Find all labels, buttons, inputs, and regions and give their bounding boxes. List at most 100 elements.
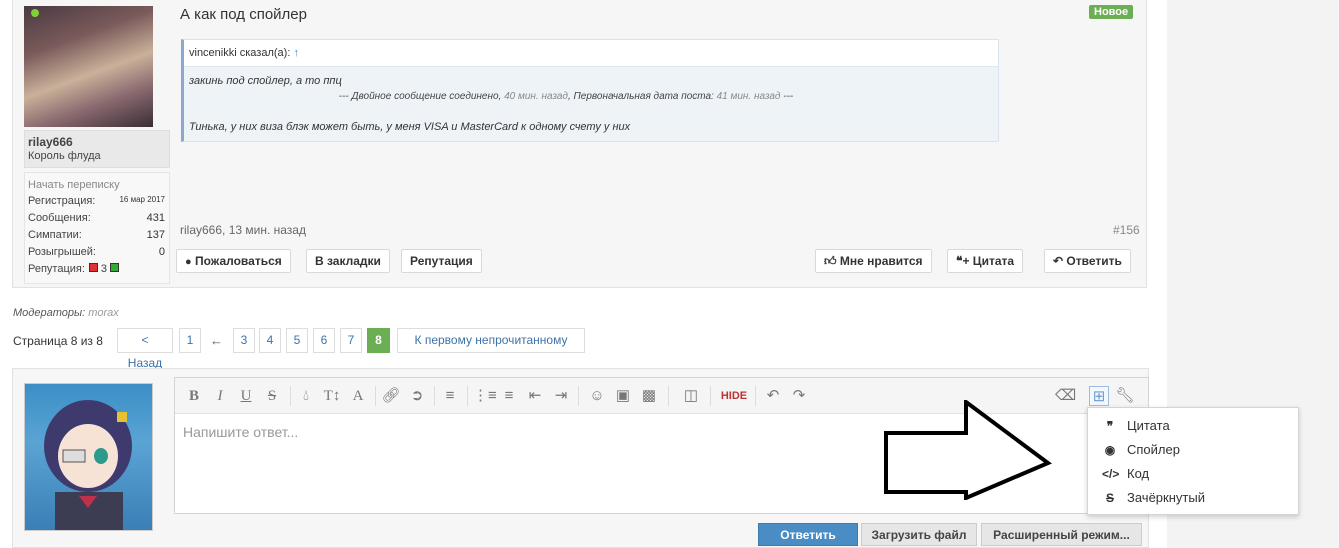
merge-prefix: --- Двойное сообщение соединено, (338, 91, 502, 102)
reply-button[interactable]: ↶ Ответить (1044, 249, 1131, 273)
dropdown-item-spoiler[interactable]: ◉ Спойлер (1102, 442, 1180, 457)
pager-prev[interactable]: < Назад (117, 328, 173, 370)
user-title: Король флуда (28, 150, 101, 162)
report-button[interactable]: ● Пожаловаться (176, 249, 291, 273)
stat-registration: Регистрация: 16 мар 2017 (28, 195, 165, 207)
pager-page-4[interactable]: 4 (259, 328, 281, 353)
italic-icon[interactable]: I (210, 386, 230, 406)
undo-icon[interactable]: ↶ (763, 386, 783, 406)
underline-icon[interactable]: U (236, 386, 256, 406)
merge-orig-time: 41 мин. назад (716, 91, 781, 102)
stat-value: 0 (158, 246, 165, 258)
bullet-list-icon[interactable]: ⋮≡ (473, 386, 497, 406)
link-icon[interactable]: 🔗︎ (381, 386, 401, 406)
dropdown-label: Спойлер (1127, 442, 1180, 457)
merge-time: 40 мин. назад (504, 91, 568, 102)
reply-input[interactable]: Напишите ответ... (183, 424, 298, 440)
dropdown-item-quote[interactable]: ❞ Цитата (1102, 418, 1170, 433)
thumbs-up-icon: 👍︎ (824, 254, 837, 268)
redo-icon[interactable]: ↷ (789, 386, 809, 406)
toolbar-divider (578, 386, 579, 406)
stat-label: Сообщения: (28, 212, 91, 224)
pager-page-6[interactable]: 6 (313, 328, 335, 353)
bookmark-button[interactable]: В закладки (306, 249, 390, 273)
stat-value: 16 мар 2017 (119, 195, 165, 204)
dropdown-label: Цитата (1127, 418, 1170, 433)
stat-likes: Симпатии: 137 (28, 229, 165, 241)
pager-page-3[interactable]: 3 (233, 328, 255, 353)
like-button[interactable]: 👍︎ Мне нравится (815, 249, 932, 273)
pager-ellipsis-icon[interactable]: ← (210, 333, 223, 348)
align-icon[interactable]: ≡ (440, 386, 460, 406)
user-name[interactable]: rilay666 (28, 135, 167, 149)
pager-page-5[interactable]: 5 (286, 328, 308, 353)
quote-button[interactable]: ❝+ Цитата (947, 249, 1024, 273)
pager-page-current[interactable]: 8 (367, 328, 390, 353)
smilies-icon[interactable]: ☺ (587, 386, 607, 406)
avatar-illustration (44, 400, 132, 530)
pager-label: Страница 8 из 8 (13, 334, 103, 348)
post-number[interactable]: #156 (1113, 223, 1140, 237)
text-color-icon[interactable]: 💧︎ (296, 386, 316, 406)
dropdown-item-code[interactable]: </> Код (1102, 466, 1149, 481)
quote-jump-icon[interactable]: ↑ (293, 47, 299, 59)
new-badge: Новое (1089, 5, 1134, 19)
outdent-icon[interactable]: ⇤ (525, 386, 545, 406)
strikethrough-icon[interactable]: S (262, 386, 282, 406)
post-meta[interactable]: rilay666, 13 мин. назад (180, 223, 306, 237)
stat-value: 137 (146, 229, 165, 241)
reputation-plus-icon[interactable] (110, 263, 120, 272)
pager-page-1[interactable]: 1 (179, 328, 201, 353)
pager-page-7[interactable]: 7 (340, 328, 362, 353)
quote-line: закинь под спойлер, а то ппц (189, 75, 342, 87)
stat-label: Регистрация: (28, 195, 96, 207)
start-conversation-link[interactable]: Начать переписку (28, 179, 165, 191)
like-label: Мне нравится (839, 254, 923, 268)
reputation-button[interactable]: Репутация (401, 249, 482, 273)
remove-format-icon[interactable]: ⌫ (1055, 386, 1076, 406)
numbered-list-icon[interactable]: ≡ (499, 386, 519, 406)
upload-file-button[interactable]: Загрузить файл (861, 523, 977, 546)
quote-line: Тинька, у них виза блэк может быть, у ме… (189, 121, 631, 133)
advanced-mode-button[interactable]: Расширенный режим... (981, 523, 1142, 546)
indent-icon[interactable]: ⇥ (551, 386, 571, 406)
font-size-icon[interactable]: T↕ (322, 386, 342, 406)
user-avatar[interactable] (24, 6, 153, 127)
moderators-line: Модераторы: morax (13, 307, 119, 319)
submit-reply-button[interactable]: Ответить (758, 523, 858, 546)
bold-icon[interactable]: B (184, 386, 204, 406)
save-draft-icon[interactable]: ◫ (681, 386, 701, 406)
toolbar-divider (434, 386, 435, 406)
reputation-minus-icon[interactable] (88, 263, 98, 272)
tools-icon[interactable]: 🔧︎ (1115, 386, 1135, 406)
stat-reputation: Репутация: 3 (28, 263, 165, 275)
toolbar-divider (375, 386, 376, 406)
dropdown-item-strikethrough[interactable]: S Зачёркнутый (1102, 490, 1205, 505)
stat-label: Розыгрышей: (28, 246, 96, 258)
hide-icon[interactable]: HIDE (719, 386, 749, 406)
font-family-icon[interactable]: A (348, 386, 368, 406)
toolbar-divider (755, 386, 756, 406)
stat-label: Репутация: (28, 263, 85, 275)
image-icon[interactable]: ▣ (613, 386, 633, 406)
quote-icon: ❞ (1106, 419, 1114, 433)
stat-messages: Сообщения: 431 (28, 212, 165, 224)
stat-value[interactable]: 431 (147, 212, 165, 224)
media-icon[interactable]: ▩ (639, 386, 659, 406)
code-icon: </> (1102, 467, 1120, 481)
moderator-link[interactable]: morax (88, 307, 119, 319)
current-user-avatar[interactable] (24, 383, 153, 531)
moderators-label: Модераторы: (13, 307, 86, 319)
quote-block: vincenikki сказал(а): ↑ закинь под спойл… (181, 39, 999, 142)
report-label: Пожаловаться (195, 254, 282, 268)
stat-giveaways: Розыгрышей: 0 (28, 246, 165, 258)
dropdown-label: Зачёркнутый (1127, 490, 1205, 505)
pointer-arrow-annotation (884, 400, 1052, 500)
quote-author: vincenikki сказал(а): (189, 47, 291, 59)
merge-suffix: --- (783, 91, 794, 102)
user-stats: Начать переписку Регистрация: 16 мар 2017… (24, 172, 170, 284)
unlink-icon[interactable]: ➲ (407, 386, 427, 406)
toolbar-divider (467, 386, 468, 406)
insert-menu-icon[interactable]: ⊞ (1089, 386, 1109, 406)
first-unread-link[interactable]: К первому непрочитанному (397, 328, 585, 353)
